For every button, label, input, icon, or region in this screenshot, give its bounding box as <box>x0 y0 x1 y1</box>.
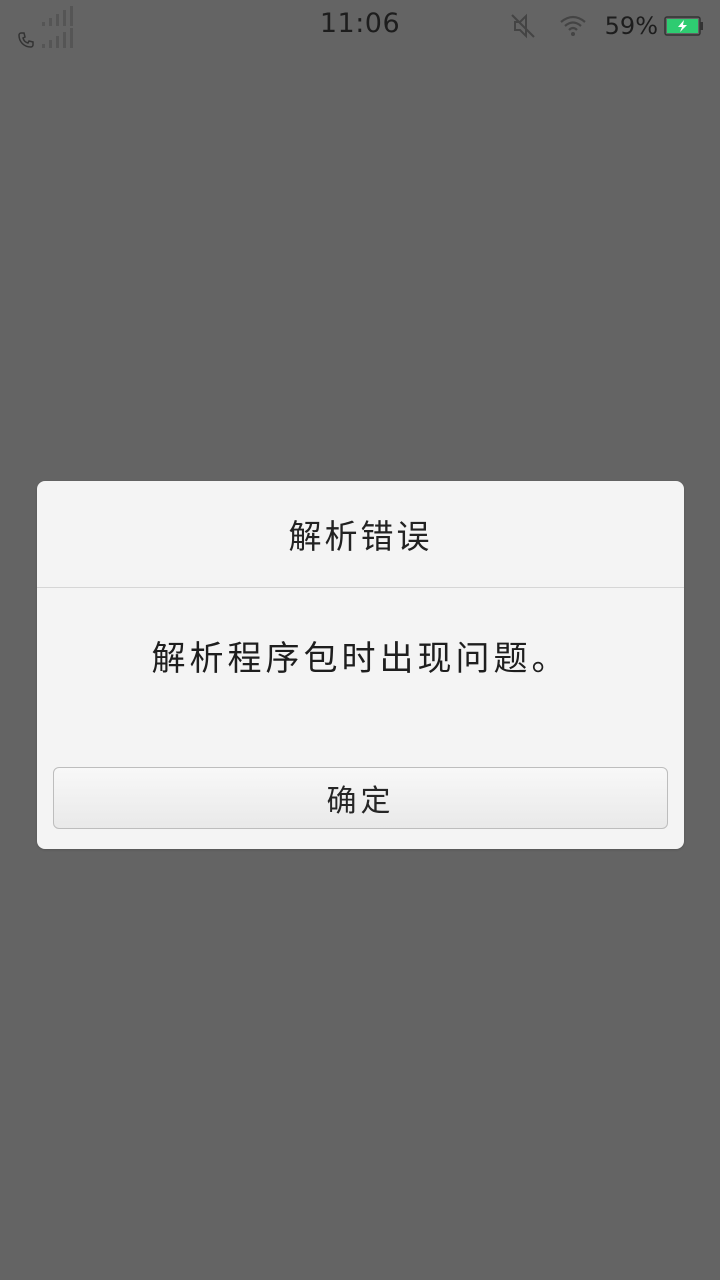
status-icons: 59% <box>509 8 704 44</box>
error-dialog: 解析错误 解析程序包时出现问题。 确定 <box>37 481 684 849</box>
wifi-icon <box>559 15 586 36</box>
dialog-title: 解析错误 <box>288 517 433 556</box>
screen: 11:06 59% 解析错误 解析程序包时出现问题。 确定 <box>0 0 720 1280</box>
battery-charging-icon <box>664 16 703 36</box>
dialog-divider <box>37 587 684 588</box>
status-bar: 11:06 59% <box>0 0 720 52</box>
dialog-message: 解析程序包时出现问题。 <box>151 639 570 679</box>
confirm-button[interactable]: 确定 <box>53 767 668 829</box>
battery-percent: 59% <box>604 12 658 40</box>
mute-icon <box>510 13 535 39</box>
